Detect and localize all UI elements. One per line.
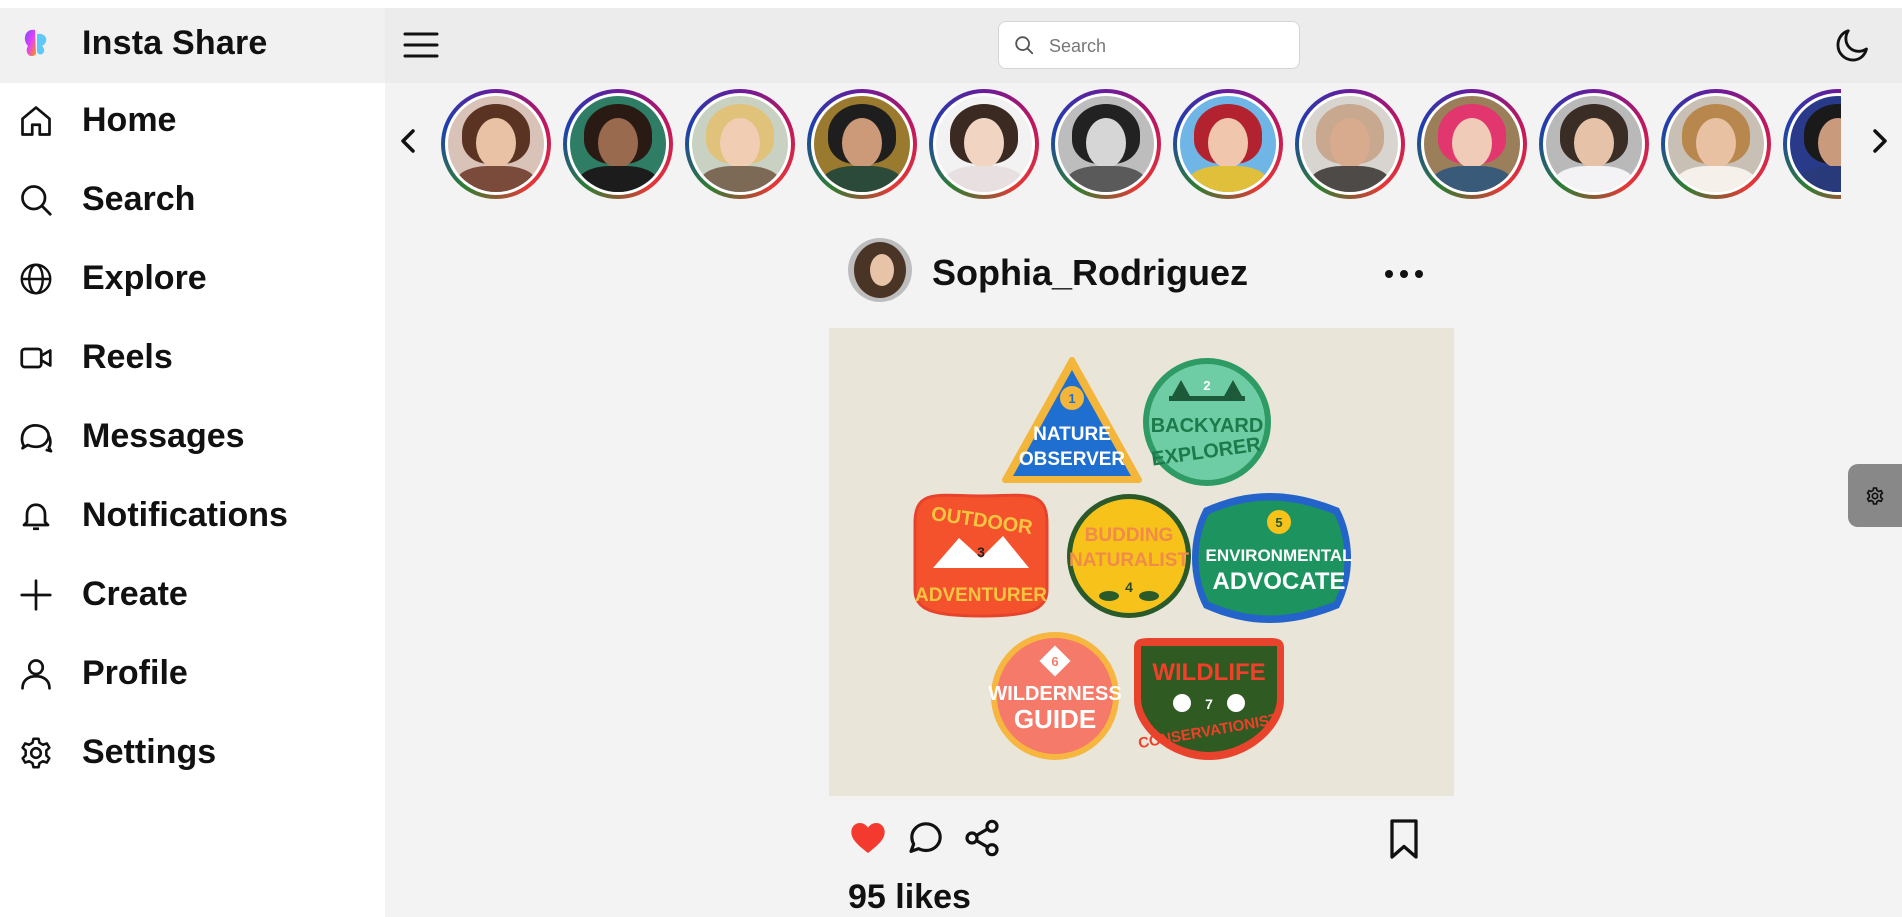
badge-line: WILDLIFE (1152, 659, 1265, 686)
chevron-right-icon[interactable] (1865, 121, 1895, 161)
search-icon (21, 185, 52, 216)
plus-icon (20, 579, 52, 611)
sidebar-item-label: Search (82, 180, 196, 218)
sidebar-item-notifications[interactable]: Notifications (0, 478, 385, 557)
story-avatar[interactable] (1661, 89, 1771, 199)
dark-mode-moon-icon[interactable] (1834, 26, 1872, 64)
badge-budding-naturalist: BUDDING NATURALIST 4 (1067, 494, 1191, 618)
search-input[interactable] (1047, 30, 1291, 62)
hamburger-menu-icon[interactable] (403, 30, 439, 60)
globe-icon (20, 263, 52, 295)
sidebar: Insta Share Home Search Explore Reels Me… (0, 8, 385, 917)
app-title: Insta Share (82, 24, 268, 62)
badge-outdoor-adventurer: OUTDOOR 3 ADVENTURER (913, 493, 1049, 618)
heart-like-icon[interactable] (848, 818, 888, 858)
gear-icon (21, 737, 51, 769)
badge-line: BUDDING (1085, 525, 1174, 546)
story-avatar[interactable] (1539, 89, 1649, 199)
sidebar-item-profile[interactable]: Profile (0, 636, 385, 715)
badge-line: NATURALIST (1069, 550, 1189, 571)
sidebar-item-label: Home (82, 101, 177, 139)
search-icon (1015, 36, 1034, 55)
badge-line: ADVENTURER (915, 585, 1047, 606)
sidebar-item-home[interactable]: Home (0, 83, 385, 162)
badge-number: 3 (977, 544, 985, 560)
story-avatar[interactable] (807, 89, 917, 199)
window-top-strip (0, 0, 1902, 8)
comment-icon[interactable] (906, 818, 946, 858)
story-avatar[interactable] (1417, 89, 1527, 199)
search-box (998, 21, 1300, 69)
badge-number: 6 (1051, 654, 1058, 669)
bookmark-icon[interactable] (1386, 818, 1422, 860)
badge-environmental-advocate: 5 ENVIRONMENTAL ADVOCATE (1192, 493, 1353, 623)
chevron-left-icon[interactable] (393, 121, 423, 161)
sidebar-nav: Home Search Explore Reels Messages Notif… (0, 83, 385, 794)
stories-track (441, 89, 1841, 203)
badge-line: OBSERVER (1019, 449, 1126, 470)
sidebar-item-label: Explore (82, 259, 207, 297)
story-avatar[interactable] (1051, 89, 1161, 199)
sidebar-item-label: Messages (82, 417, 245, 455)
more-options-icon[interactable] (1380, 262, 1428, 286)
badge-line: GUIDE (1014, 704, 1096, 734)
story-avatar[interactable] (441, 89, 551, 199)
chat-icon (20, 424, 53, 453)
sidebar-item-explore[interactable]: Explore (0, 241, 385, 320)
post-image[interactable]: 1 NATURE OBSERVER 2 BACKYARD EXPLORER OU… (829, 328, 1454, 796)
brand-header: Insta Share (0, 8, 385, 83)
story-avatar[interactable] (1295, 89, 1405, 199)
bell-icon (22, 503, 50, 531)
story-avatar[interactable] (1173, 89, 1283, 199)
share-icon[interactable] (962, 818, 1002, 858)
story-avatar[interactable] (929, 89, 1039, 199)
badge-number: 5 (1275, 515, 1282, 530)
badge-line: BACKYARD (1151, 415, 1264, 437)
post-author-avatar[interactable] (848, 238, 912, 302)
badge-number: 1 (1068, 391, 1075, 406)
badge-number: 7 (1205, 696, 1213, 712)
badge-line: WILDERNESS (988, 683, 1121, 705)
sidebar-item-search[interactable]: Search (0, 162, 385, 241)
story-avatar[interactable] (685, 89, 795, 199)
badge-line: ADVOCATE (1213, 568, 1346, 595)
sidebar-item-label: Settings (82, 733, 217, 771)
sidebar-item-label: Profile (82, 654, 188, 692)
sidebar-item-label: Create (82, 575, 188, 613)
badge-backyard-explorer: 2 BACKYARD EXPLORER (1143, 358, 1271, 486)
likes-count: 95 likes (848, 878, 971, 916)
butterfly-logo-icon (24, 29, 47, 57)
home-icon (21, 106, 51, 136)
video-icon (20, 347, 52, 369)
floating-settings-button[interactable] (1848, 464, 1902, 527)
story-avatar[interactable] (563, 89, 673, 199)
badge-number: 2 (1203, 378, 1210, 393)
sidebar-item-settings[interactable]: Settings (0, 715, 385, 794)
top-bar (385, 8, 1902, 83)
badge-number: 4 (1125, 579, 1133, 595)
sidebar-item-reels[interactable]: Reels (0, 320, 385, 399)
story-avatar[interactable] (1783, 89, 1841, 199)
user-icon (21, 659, 51, 690)
stories-carousel (385, 83, 1902, 208)
badge-line: ENVIRONMENTAL (1205, 546, 1352, 565)
sidebar-item-create[interactable]: Create (0, 557, 385, 636)
gear-icon (1866, 487, 1884, 505)
post-username[interactable]: Sophia_Rodriguez (932, 252, 1248, 294)
badge-line: NATURE (1033, 424, 1111, 445)
sidebar-item-messages[interactable]: Messages (0, 399, 385, 478)
sidebar-item-label: Notifications (82, 496, 288, 534)
sidebar-item-label: Reels (82, 338, 173, 376)
